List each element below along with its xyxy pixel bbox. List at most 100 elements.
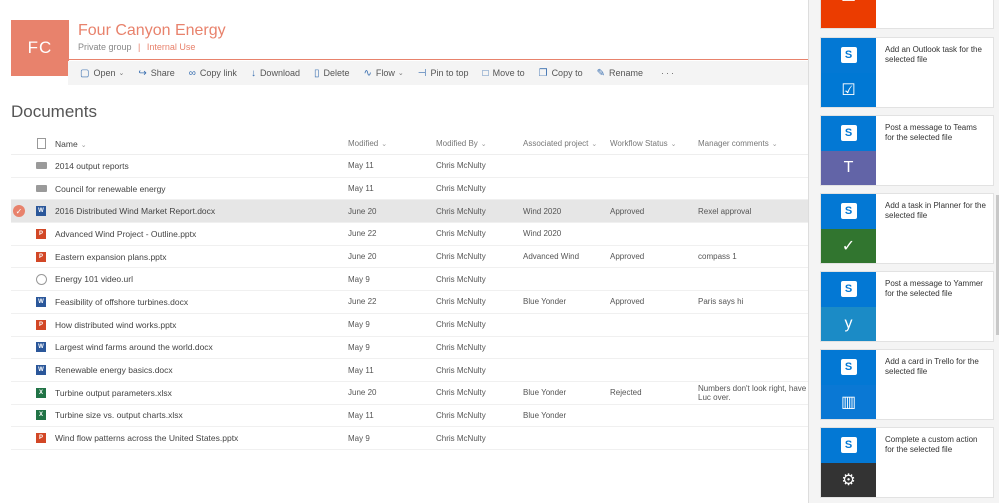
file-type-header[interactable] — [27, 138, 55, 149]
command-label: Download — [259, 68, 300, 78]
command-download-button[interactable]: ↓ Download — [251, 68, 300, 79]
flow-card[interactable]: S ⚙ Complete a custom action for the selec… — [820, 427, 994, 498]
modified-cell: May 11 — [348, 365, 374, 375]
table-row[interactable]: 2014 output reports May 11 Chris McNulty — [11, 155, 808, 178]
column-header-project-label: Associated project — [523, 139, 589, 148]
sharepoint-icon: S — [840, 359, 857, 376]
classification-label[interactable]: Internal Use — [147, 42, 196, 52]
command-delete-button[interactable]: ▯ Delete — [314, 68, 350, 79]
flow-card[interactable]: S ☑ Add an Outlook task for the selected f… — [820, 37, 994, 108]
site-logo[interactable]: FC — [11, 20, 69, 76]
connector-tile: ▣ — [821, 0, 876, 28]
more-commands-button[interactable]: ··· — [661, 68, 676, 78]
workflow-status-cell: Rejected — [610, 388, 642, 398]
file-name-link[interactable]: 2014 output reports — [55, 161, 348, 171]
modified-by-cell: Chris McNulty — [436, 342, 486, 352]
manager-comment-cell: Paris says hi — [698, 297, 744, 307]
column-header-workflow[interactable]: Workflow Status ⌄ — [610, 139, 698, 148]
flow-icons: S ▥ — [821, 350, 876, 419]
file-name-link[interactable]: Largest wind farms around the world.docx — [55, 342, 348, 352]
flow-icons: S ✓ — [821, 194, 876, 263]
gear-icon: ⚙ — [841, 471, 856, 489]
sharepoint-tile: S — [821, 38, 876, 73]
file-type-cell: P — [27, 433, 55, 444]
site-title[interactable]: Four Canyon Energy — [78, 22, 226, 40]
table-row[interactable]: ✓ W 2016 Distributed Wind Market Report.do… — [11, 200, 808, 224]
link-file-icon — [35, 273, 47, 285]
command-copy-to-button[interactable]: ❐ Copy to — [539, 68, 583, 79]
column-header-workflow-label: Workflow Status — [610, 139, 668, 148]
flow-card[interactable]: S T Post a message to Teams for the select… — [820, 115, 994, 186]
command-copy-link-button[interactable]: ∞ Copy link — [189, 68, 237, 79]
flow-card[interactable]: Sy Post a message to Yammer for the selec… — [820, 271, 994, 342]
table-row[interactable]: Energy 101 video.url May 9 Chris McNulty — [11, 268, 808, 292]
modified-cell: June 22 — [348, 229, 377, 239]
column-header-project[interactable]: Associated project ⌄ — [523, 139, 610, 148]
command-label: Pin to top — [430, 68, 469, 78]
flow-card[interactable]: S ✓ Add a task in Planner for the selected… — [820, 193, 994, 264]
command-flow-button[interactable]: ∿ Flow ⌄ — [364, 68, 404, 79]
file-name-link[interactable]: Council for renewable energy — [55, 184, 348, 194]
project-cell: Blue Yonder — [523, 388, 567, 398]
file-name-link[interactable]: Energy 101 video.url — [55, 274, 348, 284]
flow-card[interactable]: S ▥ Add a card in Trello for the selected … — [820, 349, 994, 420]
chevron-down-icon: ⌄ — [591, 141, 598, 148]
column-header-modified-label: Modified — [348, 139, 379, 148]
table-row[interactable]: P Eastern expansion plans.pptx June 20 Chri… — [11, 246, 808, 269]
project-cell: Advanced Wind — [523, 252, 580, 262]
column-header-modified-by[interactable]: Modified By ⌄ — [436, 139, 523, 148]
column-header-name[interactable]: Name ⌄ — [55, 139, 348, 149]
file-name-link[interactable]: Feasibility of offshore turbines.docx — [55, 297, 348, 307]
file-name-link[interactable]: Advanced Wind Project - Outline.pptx — [55, 229, 348, 239]
table-row[interactable]: P Wind flow patterns across the United St… — [11, 427, 808, 450]
file-type-cell — [27, 185, 55, 193]
command-label: Share — [150, 68, 175, 78]
command-move-to-button[interactable]: □ Move to — [483, 68, 525, 79]
column-header-modified[interactable]: Modified ⌄ — [348, 139, 436, 148]
connector-tile: ▥ — [821, 384, 876, 419]
modified-cell: June 20 — [348, 206, 377, 216]
file-name-link[interactable]: Renewable energy basics.docx — [55, 365, 348, 375]
flow-card[interactable]: ▣ — [820, 0, 994, 29]
column-header-manager-label: Manager comments — [698, 138, 769, 148]
modified-by-cell: Chris McNulty — [436, 274, 486, 284]
file-name-link[interactable]: Turbine size vs. output charts.xlsx — [55, 410, 348, 420]
modified-cell: June 22 — [348, 297, 377, 307]
modified-by-cell: Chris McNulty — [436, 433, 486, 443]
workflow-status-cell: Approved — [610, 252, 645, 262]
table-row[interactable]: X Turbine size vs. output charts.xlsx May … — [11, 405, 808, 428]
file-name-link[interactable]: Eastern expansion plans.pptx — [55, 252, 348, 262]
column-header-manager[interactable]: Manager comments ⌄ — [698, 139, 808, 149]
sharepoint-icon: S — [840, 47, 857, 64]
document-list: Name ⌄ Modified ⌄ Modified By ⌄ Associated … — [11, 133, 808, 450]
modified-by-cell: Chris McNulty — [436, 252, 486, 262]
modified-by-cell: Chris McNulty — [436, 388, 486, 398]
connector-tile: ⚙ — [821, 462, 876, 497]
file-name-link[interactable]: Wind flow patterns across the United Sta… — [55, 433, 348, 443]
checkmark-icon[interactable]: ✓ — [13, 205, 25, 218]
table-row[interactable]: W Largest wind farms around the world.doc… — [11, 337, 808, 360]
file-name-link[interactable]: 2016 Distributed Wind Market Report.docx — [55, 206, 348, 216]
workflow-status-cell: Approved — [610, 206, 645, 216]
command-rename-button[interactable]: ✎ Rename — [597, 68, 643, 79]
table-row[interactable]: P Advanced Wind Project - Outline.pptx Jun… — [11, 223, 808, 246]
command-label: Copy to — [551, 68, 583, 78]
sharepoint-icon: S — [840, 437, 857, 454]
excel-file-icon: X — [36, 410, 46, 421]
table-row[interactable]: W Feasibility of offshore turbines.docx Ju… — [11, 291, 808, 314]
move-icon: □ — [482, 67, 489, 79]
connector-tile: ☑ — [821, 72, 876, 107]
command-open-button[interactable]: ▢ Open ⌄ — [80, 68, 124, 79]
table-row[interactable]: P How distributed wind works.pptx May 9 Chr… — [11, 314, 808, 337]
table-row[interactable]: Council for renewable energy May 11 Chris … — [11, 178, 808, 201]
table-row[interactable]: X Turbine output parameters.xlsx June 20 Ch… — [11, 382, 808, 405]
file-name-link[interactable]: How distributed wind works.pptx — [55, 320, 348, 330]
command-pin-to-top-button[interactable]: ⊣ Pin to top — [418, 68, 469, 79]
modified-cell: June 20 — [348, 388, 377, 398]
command-share-button[interactable]: ↪ Share — [138, 68, 174, 79]
sharepoint-tile: S — [821, 272, 876, 307]
row-select-cell[interactable]: ✓ — [11, 205, 27, 218]
flow-icons: Sy — [821, 272, 876, 341]
file-name-link[interactable]: Turbine output parameters.xlsx — [55, 388, 348, 398]
table-row[interactable]: W Renewable energy basics.docx May 11 Chris… — [11, 359, 808, 382]
